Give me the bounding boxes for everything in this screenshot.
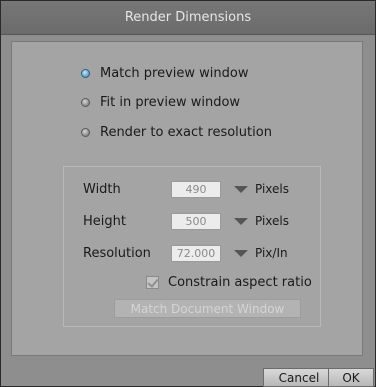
constrain-checkbox[interactable] [146, 275, 159, 289]
height-input[interactable]: 500 [171, 212, 221, 230]
width-unit-dropdown-icon[interactable] [234, 185, 248, 193]
height-unit-label[interactable]: Pixels [255, 214, 289, 228]
radio-fit-in-preview-window[interactable]: Fit in preview window [81, 92, 240, 112]
resolution-row: Resolution 72.000 Pix/In [83, 243, 288, 263]
radio-unselected-icon[interactable] [81, 97, 90, 107]
radio-match-preview-window[interactable]: Match preview window [81, 63, 249, 83]
radio-render-exact-resolution[interactable]: Render to exact resolution [81, 122, 272, 142]
radio-unselected-icon[interactable] [81, 127, 90, 137]
resolution-input[interactable]: 72.000 [171, 244, 221, 262]
match-document-window-button[interactable]: Match Document Window [114, 299, 301, 318]
constrain-label: Constrain aspect ratio [168, 274, 312, 290]
render-dimensions-dialog: Render Dimensions Match preview window F… [0, 0, 376, 387]
resolution-unit-label[interactable]: Pix/In [255, 246, 288, 260]
radio-label: Fit in preview window [100, 94, 241, 110]
cancel-button[interactable]: Cancel [263, 368, 335, 387]
radio-label: Render to exact resolution [100, 124, 272, 140]
width-unit-label[interactable]: Pixels [255, 182, 289, 196]
radio-label: Match preview window [100, 65, 249, 81]
radio-selected-icon[interactable] [81, 68, 90, 78]
constrain-aspect-ratio-row[interactable]: Constrain aspect ratio [146, 273, 312, 291]
resolution-unit-dropdown-icon[interactable] [234, 249, 248, 257]
height-label: Height [83, 213, 126, 229]
resolution-label: Resolution [83, 245, 151, 261]
dialog-title: Render Dimensions [124, 10, 252, 25]
height-row: Height 500 Pixels [83, 211, 289, 231]
width-input[interactable]: 490 [171, 180, 221, 198]
ok-button[interactable]: OK [328, 368, 374, 387]
height-unit-dropdown-icon[interactable] [234, 217, 248, 225]
width-row: Width 490 Pixels [83, 179, 289, 199]
width-label: Width [83, 181, 121, 197]
dialog-titlebar[interactable]: Render Dimensions [1, 1, 375, 35]
